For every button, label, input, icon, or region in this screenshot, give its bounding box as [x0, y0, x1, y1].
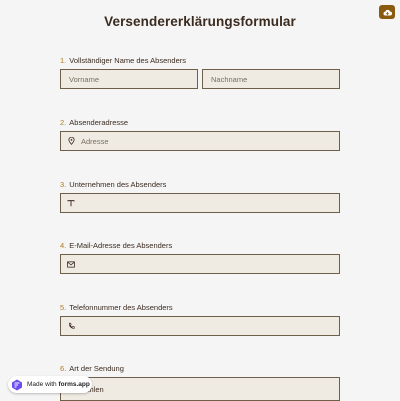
field-label: 5. Telefonnummer des Absenders [60, 303, 173, 312]
form-title: Versendererklärungsformular [104, 14, 296, 29]
field-label: 1. Vollständiger Name des Absenders [60, 56, 187, 65]
forms-app-logo-icon [11, 379, 23, 391]
last-name-input[interactable] [211, 74, 339, 84]
badge-brand: forms.app [58, 381, 90, 388]
field-address: 2. Absenderadresse [60, 118, 340, 151]
text-icon [67, 199, 75, 207]
company-input[interactable] [81, 198, 339, 208]
field-company: 3. Unternehmen des Absenders [60, 180, 340, 213]
location-pin-icon [67, 137, 75, 145]
shipment-type-select[interactable]: Auswählen [60, 377, 340, 401]
save-button[interactable] [379, 5, 395, 19]
made-with-badge[interactable]: Made with forms.app [8, 376, 92, 393]
badge-prefix: Made with [27, 381, 59, 388]
mail-icon [67, 260, 75, 268]
phone-icon [67, 322, 75, 330]
field-label: 4. E-Mail-Adresse des Absenders [60, 241, 173, 250]
first-name-field[interactable] [60, 69, 198, 89]
address-input[interactable] [81, 136, 339, 146]
field-email: 4. E-Mail-Adresse des Absenders [60, 241, 340, 274]
email-input[interactable] [81, 259, 339, 269]
phone-input[interactable] [81, 321, 339, 331]
last-name-field[interactable] [202, 69, 340, 89]
field-full-name: 1. Vollständiger Name des Absenders [60, 56, 340, 89]
field-label: 6. Art der Sendung [60, 364, 124, 373]
field-shipment-type: 6.Art der Sendung Auswählen [60, 364, 340, 401]
email-field[interactable] [60, 254, 340, 274]
company-field[interactable] [60, 193, 340, 213]
field-label: 3. Unternehmen des Absenders [60, 180, 167, 189]
field-phone: 5. Telefonnummer des Absenders [60, 303, 340, 336]
field-label: 2. Absenderadresse [60, 118, 129, 127]
first-name-input[interactable] [69, 74, 197, 84]
phone-field[interactable] [60, 316, 340, 336]
address-field[interactable] [60, 131, 340, 151]
cloud-save-icon [383, 9, 392, 16]
